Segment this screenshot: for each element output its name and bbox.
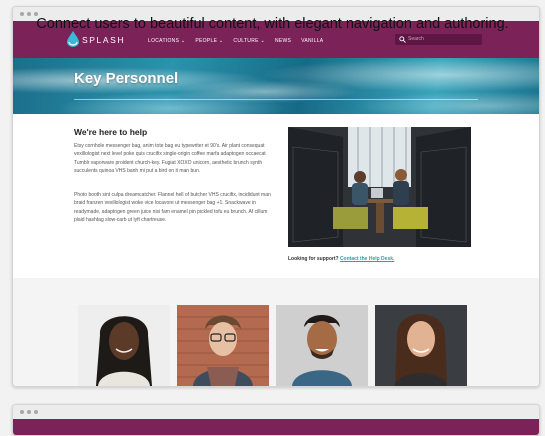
person-photo[interactable] <box>375 305 467 386</box>
hero-banner: Key Personnel <box>13 58 539 114</box>
page-headline: Connect users to beautiful content, with… <box>36 16 509 32</box>
person-photo[interactable] <box>78 305 170 386</box>
nav-item-news[interactable]: NEWS <box>275 38 291 44</box>
window-dot-icon[interactable] <box>27 410 31 414</box>
body-paragraph: Etsy cornhole messenger bag, anim tote b… <box>74 143 266 175</box>
browser-window-secondary <box>12 404 540 436</box>
support-text: Looking for support? <box>288 256 339 262</box>
help-desk-link[interactable]: Contact the Help Desk. <box>340 256 394 262</box>
person-photo[interactable] <box>177 305 269 386</box>
hero-divider <box>74 99 478 100</box>
section-heading: We're here to help <box>74 127 148 137</box>
nav-item-vanilla[interactable]: VANILLA <box>301 38 323 44</box>
brand-name[interactable]: SPLASH <box>82 35 125 45</box>
search-input[interactable]: Search <box>395 34 482 45</box>
site-navbar <box>13 419 539 435</box>
person-photo[interactable] <box>276 305 368 386</box>
search-placeholder: Search <box>408 36 424 42</box>
splash-logo-icon[interactable] <box>67 31 79 47</box>
main-content: We're here to help Etsy cornhole messeng… <box>13 114 539 264</box>
window-dot-icon[interactable] <box>34 410 38 414</box>
main-menu: LOCATIONS ⌄ PEOPLE ⌄ CULTURE ⌄ NEWS VANI… <box>148 38 323 44</box>
window-chrome <box>13 405 539 419</box>
nav-item-locations[interactable]: LOCATIONS ⌄ <box>148 38 185 44</box>
search-icon <box>399 36 406 43</box>
nav-item-people[interactable]: PEOPLE ⌄ <box>195 38 223 44</box>
personnel-section <box>13 278 539 386</box>
browser-window: SPLASH LOCATIONS ⌄ PEOPLE ⌄ CULTURE ⌄ NE… <box>12 6 540 387</box>
support-line: Looking for support? Contact the Help De… <box>288 256 394 262</box>
page-title: Key Personnel <box>74 70 179 87</box>
nav-item-culture[interactable]: CULTURE ⌄ <box>233 38 265 44</box>
body-paragraph: Photo booth sint culpa dreamcatcher. Fla… <box>74 192 271 224</box>
window-dot-icon[interactable] <box>20 410 24 414</box>
office-meeting-photo <box>288 127 471 247</box>
